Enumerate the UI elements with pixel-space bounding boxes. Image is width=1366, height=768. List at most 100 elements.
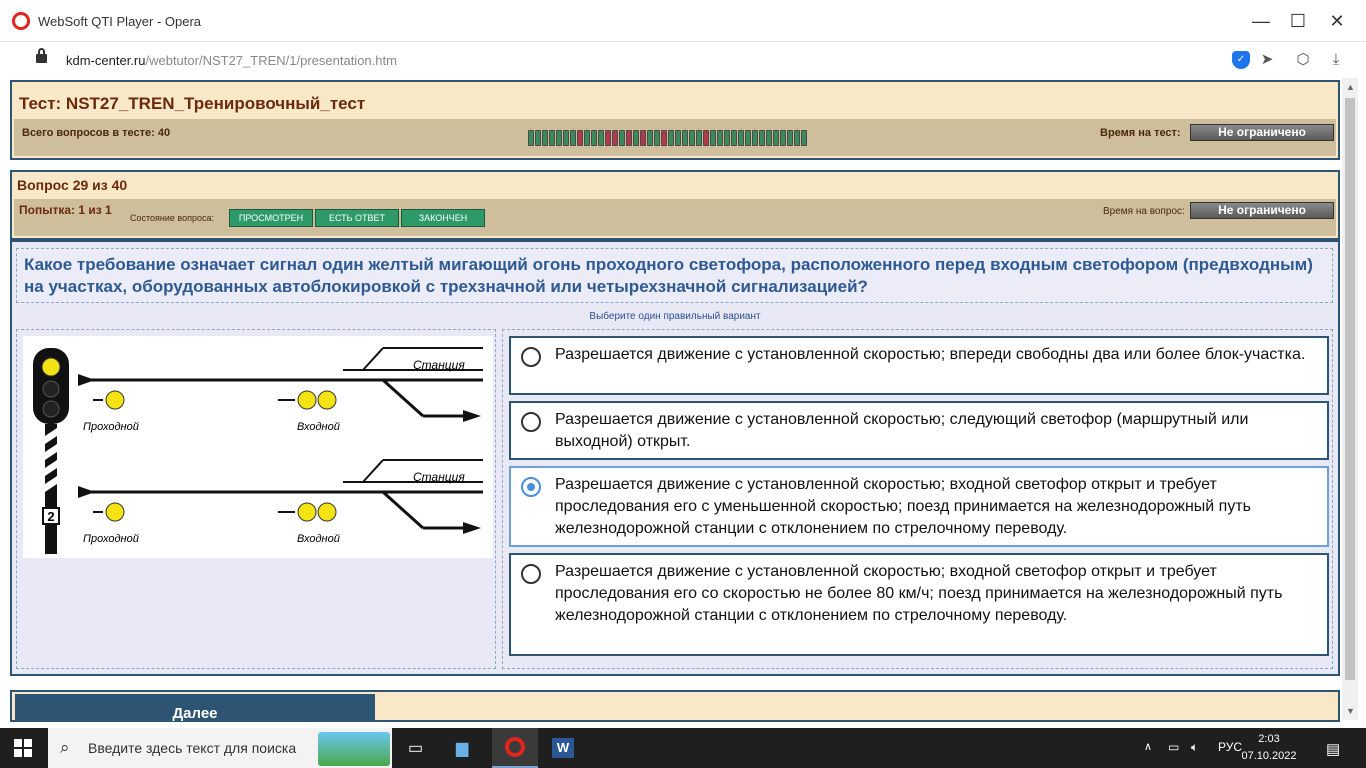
maximize-button[interactable]: ☐ xyxy=(1285,8,1311,34)
progress-cell[interactable] xyxy=(542,130,548,146)
progress-cell[interactable] xyxy=(654,130,660,146)
progress-cell[interactable] xyxy=(647,130,653,146)
close-button[interactable]: ✕ xyxy=(1324,8,1350,34)
prokhodnoy-label: Проходной xyxy=(83,533,139,545)
station-label: Станция xyxy=(413,358,465,372)
progress-cell[interactable] xyxy=(626,130,632,146)
notifications-icon[interactable]: ▤ xyxy=(1326,740,1340,758)
progress-cell[interactable] xyxy=(703,130,709,146)
scroll-up-icon[interactable]: ▲ xyxy=(1346,82,1355,92)
battery-icon[interactable]: ▭ xyxy=(1168,740,1179,754)
search-placeholder: Введите здесь текст для поиска xyxy=(88,740,297,756)
taskbar-clock[interactable]: 2:03 07.10.2022 xyxy=(1238,731,1300,765)
answer-text-1: Разрешается движение с установленной ско… xyxy=(555,346,1306,363)
shield-icon[interactable]: ✓ xyxy=(1232,51,1250,69)
test-time-label: Время на тест: xyxy=(1100,127,1181,139)
progress-cell[interactable] xyxy=(759,130,765,146)
progress-cell[interactable] xyxy=(675,130,681,146)
progress-cell[interactable] xyxy=(640,130,646,146)
progress-cell[interactable] xyxy=(612,130,618,146)
progress-cell[interactable] xyxy=(598,130,604,146)
arrow-icon xyxy=(463,522,481,534)
answer-radio-1[interactable] xyxy=(521,347,541,367)
progress-cell[interactable] xyxy=(661,130,667,146)
answer-option-2[interactable]: Разрешается движение с установленной ско… xyxy=(509,401,1329,460)
answer-radio-4[interactable] xyxy=(521,564,541,584)
progress-cell[interactable] xyxy=(738,130,744,146)
progress-cell[interactable] xyxy=(766,130,772,146)
vkhodnoy-signal-lamp xyxy=(297,502,317,522)
progress-cell[interactable] xyxy=(787,130,793,146)
progress-cell[interactable] xyxy=(745,130,751,146)
answer-radio-3[interactable] xyxy=(521,477,541,497)
progress-cell[interactable] xyxy=(794,130,800,146)
progress-cell[interactable] xyxy=(682,130,688,146)
test-time-value: Не ограничено xyxy=(1190,124,1334,141)
progress-cell[interactable] xyxy=(577,130,583,146)
question-number: Вопрос 29 из 40 xyxy=(17,177,128,193)
answer-option-4[interactable]: Разрешается движение с установленной ско… xyxy=(509,553,1329,656)
file-explorer-icon[interactable]: ▆ xyxy=(456,738,468,758)
window-title: WebSoft QTI Player - Opera xyxy=(38,14,202,29)
post-number: 2 xyxy=(47,509,54,524)
track-line xyxy=(362,459,384,483)
progress-cell[interactable] xyxy=(724,130,730,146)
url-field[interactable]: kdm-center.ru/webtutor/NST27_TREN/1/pres… xyxy=(66,53,397,68)
progress-cell[interactable] xyxy=(633,130,639,146)
progress-cell[interactable] xyxy=(801,130,807,146)
station-label: Станция xyxy=(413,470,465,484)
progress-cell[interactable] xyxy=(752,130,758,146)
progress-cell[interactable] xyxy=(535,130,541,146)
progress-cell[interactable] xyxy=(605,130,611,146)
task-view-icon[interactable]: ▭ xyxy=(408,738,423,758)
state-label: Состояние вопроса: xyxy=(130,213,214,223)
progress-cell[interactable] xyxy=(591,130,597,146)
progress-cell[interactable] xyxy=(528,130,534,146)
progress-cell[interactable] xyxy=(689,130,695,146)
scroll-down-icon[interactable]: ▼ xyxy=(1346,706,1355,716)
windows-start-icon[interactable] xyxy=(14,739,32,757)
prokhodnoy-signal xyxy=(105,390,125,410)
answer-option-1[interactable]: Разрешается движение с установленной ско… xyxy=(509,336,1329,395)
question-text: Какое требование означает сигнал один же… xyxy=(24,255,1313,296)
scrollbar-thumb[interactable] xyxy=(1345,98,1355,680)
progress-cell[interactable] xyxy=(584,130,590,146)
signal-lamp xyxy=(42,380,60,398)
download-icon[interactable]: ⤓ xyxy=(1327,51,1345,69)
progress-cell[interactable] xyxy=(668,130,674,146)
progress-cell[interactable] xyxy=(717,130,723,146)
lock-icon xyxy=(36,48,47,63)
progress-cell[interactable] xyxy=(710,130,716,146)
minimize-button[interactable]: — xyxy=(1248,8,1274,34)
progress-cell[interactable] xyxy=(773,130,779,146)
progress-cell[interactable] xyxy=(570,130,576,146)
attempt-label: Попытка: 1 из 1 xyxy=(19,203,112,217)
question-time-label: Время на вопрос: xyxy=(1103,206,1185,217)
progress-cell[interactable] xyxy=(556,130,562,146)
answer-radio-2[interactable] xyxy=(521,412,541,432)
track-line xyxy=(362,347,384,371)
answer-text-3: Разрешается движение с установленной ско… xyxy=(555,476,1251,537)
volume-icon[interactable]: 🔈︎ xyxy=(1191,740,1198,755)
progress-cell[interactable] xyxy=(549,130,555,146)
opera-taskbar-icon xyxy=(505,737,525,757)
progress-cell[interactable] xyxy=(563,130,569,146)
answer-text-4: Разрешается движение с установленной ско… xyxy=(555,563,1283,624)
search-highlight-image xyxy=(318,732,390,766)
cube-icon[interactable]: ⬡ xyxy=(1294,51,1312,69)
progress-cell[interactable] xyxy=(696,130,702,146)
answer-option-3[interactable]: Разрешается движение с установленной ско… xyxy=(509,466,1329,547)
tray-chevron-icon[interactable]: ∧ xyxy=(1144,740,1152,753)
arrow-icon xyxy=(463,410,481,422)
send-icon[interactable]: ➤ xyxy=(1258,51,1276,69)
vkhodnoy-label: Входной xyxy=(297,533,340,545)
progress-cell[interactable] xyxy=(731,130,737,146)
progress-cell[interactable] xyxy=(780,130,786,146)
track-line xyxy=(381,490,425,530)
answer-hint: Выберите один правильный вариант xyxy=(589,311,761,322)
vkhodnoy-label: Входной xyxy=(297,421,340,433)
search-icon: ⌕ xyxy=(60,738,70,757)
word-icon[interactable]: W xyxy=(552,738,574,758)
progress-cell[interactable] xyxy=(619,130,625,146)
next-button[interactable]: Далее xyxy=(15,694,375,722)
